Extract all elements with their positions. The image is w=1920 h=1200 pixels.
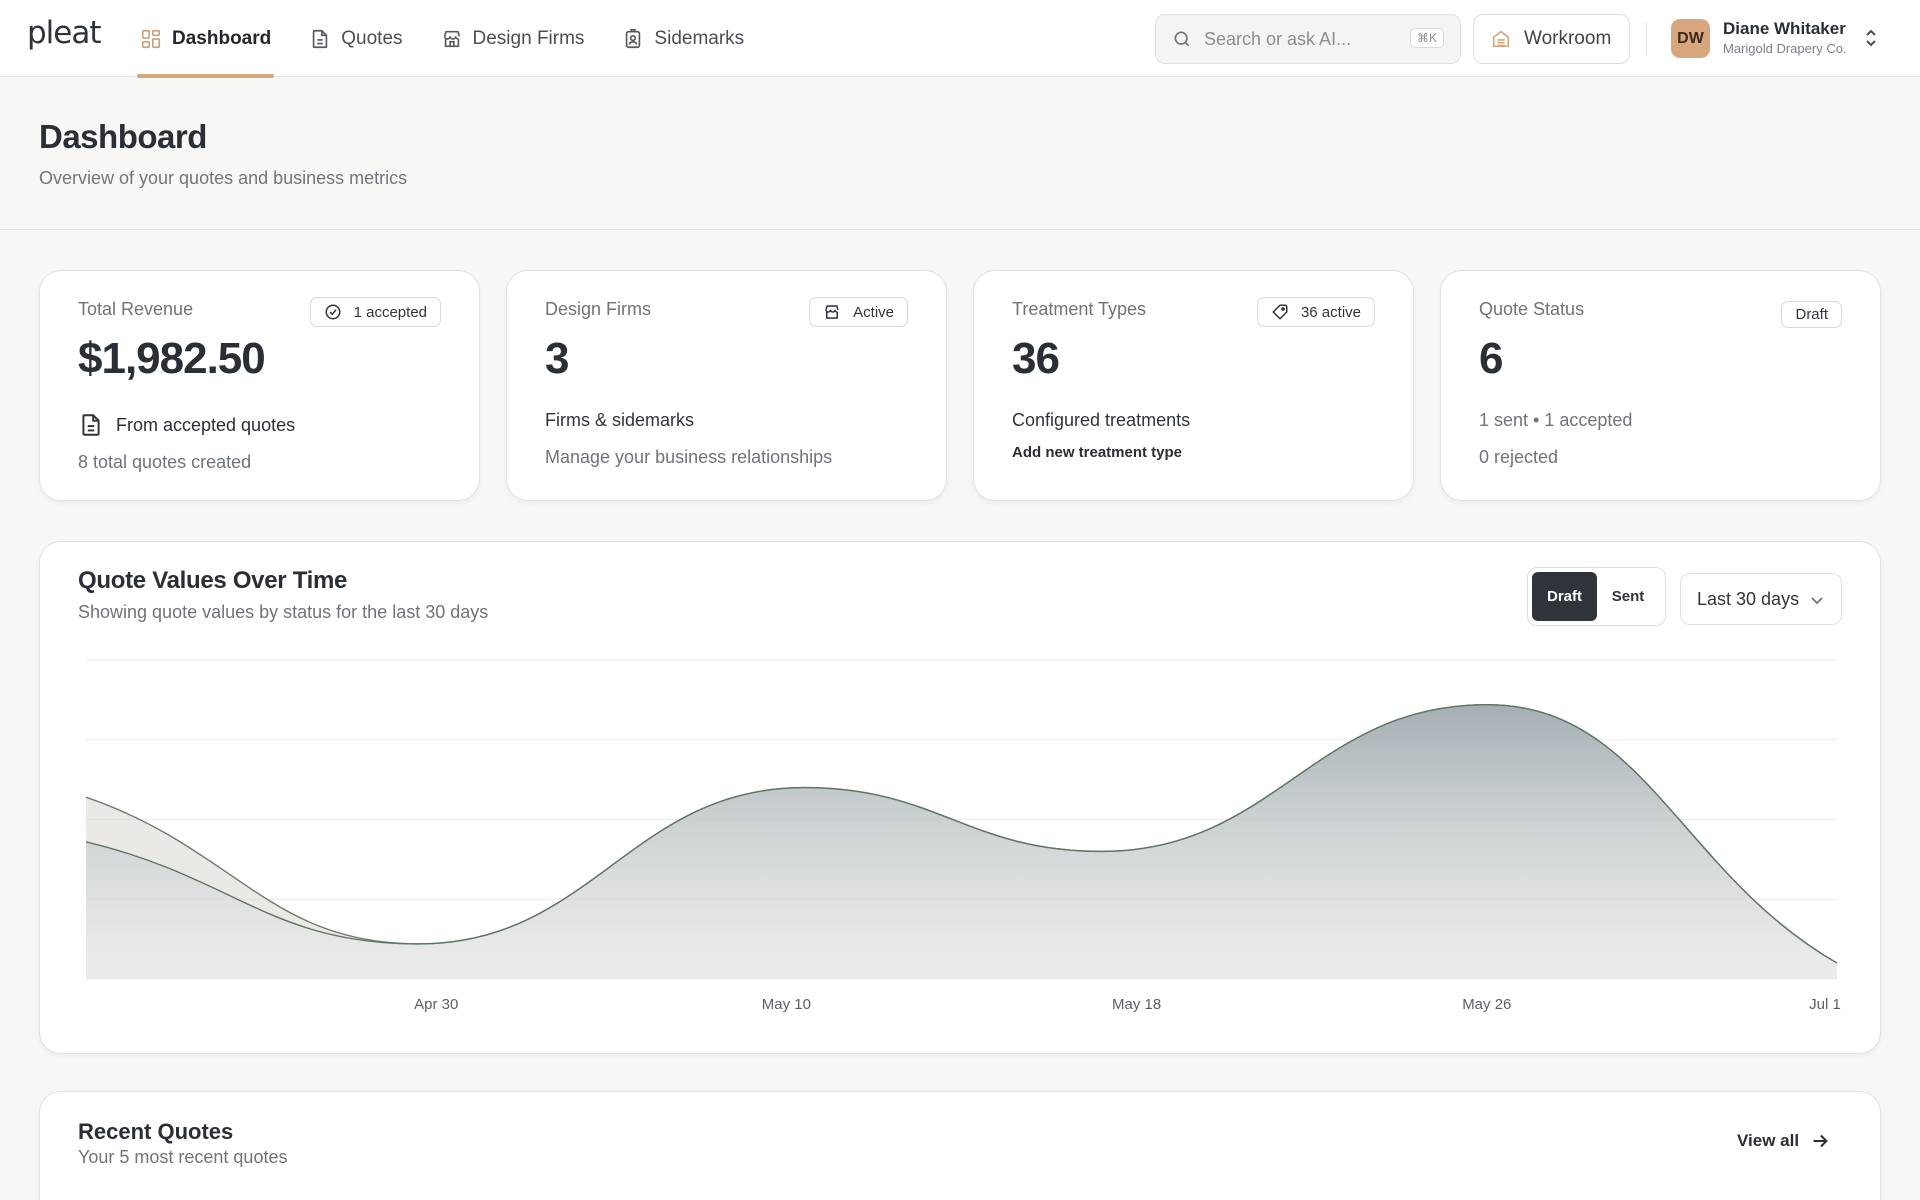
chevron-up-down-icon[interactable] — [1862, 27, 1880, 49]
design-firms-card: Design Firms Active 3 Firms & sidemarks … — [506, 270, 947, 501]
quote-status-subcaption: 0 rejected — [1479, 447, 1559, 467]
avatar[interactable]: DW — [1671, 19, 1710, 58]
page-subtitle: Overview of your quotes and business met… — [39, 168, 408, 188]
quote-status-badge: Draft — [1781, 301, 1842, 328]
area-chart: Apr 30 May 10 May 18 May 26 Jul 1 — [85, 659, 1841, 1013]
view-all-label: View all — [1737, 1131, 1800, 1150]
recent-quotes-subtitle: Your 5 most recent quotes — [78, 1147, 288, 1167]
nav-design-firms-label: Design Firms — [472, 27, 585, 49]
app-logo[interactable]: pleat — [27, 15, 102, 51]
nav-dashboard[interactable]: Dashboard — [137, 0, 275, 78]
grid-icon — [141, 29, 161, 48]
document-icon — [313, 29, 328, 48]
treatment-types-caption: Configured treatments — [1012, 410, 1191, 430]
revenue-subcaption: 8 total quotes created — [78, 452, 252, 472]
quote-status-card: Quote Status Draft 6 1 sent • 1 accepted… — [1440, 270, 1881, 501]
treatment-types-card: Treatment Types 36 active 36 Configured … — [973, 270, 1414, 501]
document-icon — [82, 414, 100, 436]
design-firms-label: Design Firms — [545, 299, 652, 319]
search-shortcut: ⌘K — [1409, 28, 1444, 48]
revenue-badge: 1 accepted — [309, 297, 441, 327]
divider — [1646, 22, 1647, 56]
quote-values-chart-card: Quote Values Over Time Showing quote val… — [39, 541, 1881, 1054]
store-icon — [443, 30, 460, 47]
treatment-types-value: 36 — [1012, 334, 1060, 383]
design-firms-badge: Active — [809, 297, 908, 327]
x-tick-label: Jul 1 — [1809, 996, 1841, 1013]
recent-quotes-card: Recent Quotes Your 5 most recent quotes … — [39, 1091, 1881, 1200]
design-firms-badge-text: Active — [853, 303, 894, 321]
arrow-right-icon — [1813, 1134, 1828, 1148]
nav-quotes-label: Quotes — [341, 27, 403, 49]
header-divider — [0, 229, 1920, 230]
design-firms-subcaption: Manage your business relationships — [545, 447, 833, 467]
x-tick-label: May 26 — [1462, 996, 1511, 1013]
revenue-badge-text: 1 accepted — [353, 303, 427, 321]
workroom-label: Workroom — [1524, 28, 1612, 49]
search-input[interactable]: Search or ask AI... ⌘K — [1155, 14, 1461, 64]
store-icon — [825, 305, 839, 319]
search-placeholder: Search or ask AI... — [1204, 28, 1352, 49]
quote-status-badge-text: Draft — [1795, 306, 1828, 323]
x-tick-label: Apr 30 — [414, 996, 458, 1013]
nav-sidemarks-label: Sidemarks — [654, 27, 745, 49]
nav-design-firms[interactable]: Design Firms — [438, 0, 588, 77]
x-tick-label: May 18 — [1112, 996, 1161, 1013]
nav-dashboard-label: Dashboard — [172, 27, 272, 49]
quote-status-caption: 1 sent • 1 accepted — [1479, 410, 1633, 430]
nav-quotes[interactable]: Quotes — [306, 0, 405, 77]
view-all-link[interactable]: View all — [1737, 1130, 1831, 1152]
treatment-types-label: Treatment Types — [1012, 299, 1147, 319]
building-icon — [1492, 30, 1510, 48]
top-navbar: pleat Dashboard Quotes Design Firms Side… — [0, 0, 1920, 78]
treatment-types-badge-text: 36 active — [1300, 303, 1361, 321]
tag-icon — [1272, 304, 1288, 320]
recent-quotes-title: Recent Quotes — [78, 1119, 234, 1144]
design-firms-caption: Firms & sidemarks — [545, 410, 695, 430]
revenue-caption: From accepted quotes — [116, 415, 296, 435]
quote-status-value: 6 — [1479, 334, 1504, 383]
badge-icon — [626, 28, 641, 48]
search-icon — [1174, 31, 1190, 47]
add-treatment-type-link[interactable]: Add new treatment type — [1012, 444, 1182, 461]
nav-sidemarks[interactable]: Sidemarks — [619, 0, 747, 77]
design-firms-value: 3 — [545, 334, 570, 383]
page-title: Dashboard — [39, 118, 207, 155]
check-circle-icon — [325, 304, 341, 320]
user-org: Marigold Drapery Co. — [1723, 41, 1847, 56]
quote-status-label: Quote Status — [1479, 299, 1585, 319]
revenue-value: $1,982.50 — [78, 334, 266, 383]
user-name[interactable]: Diane Whitaker — [1723, 19, 1846, 39]
main-nav: Dashboard Quotes Design Firms Sidemarks — [137, 0, 779, 78]
revenue-label: Total Revenue — [78, 299, 194, 319]
treatment-types-badge: 36 active — [1256, 297, 1375, 327]
x-tick-label: May 10 — [762, 996, 811, 1013]
revenue-card: Total Revenue 1 accepted $1,982.50 From … — [39, 270, 480, 501]
workroom-button[interactable]: Workroom — [1473, 14, 1630, 64]
